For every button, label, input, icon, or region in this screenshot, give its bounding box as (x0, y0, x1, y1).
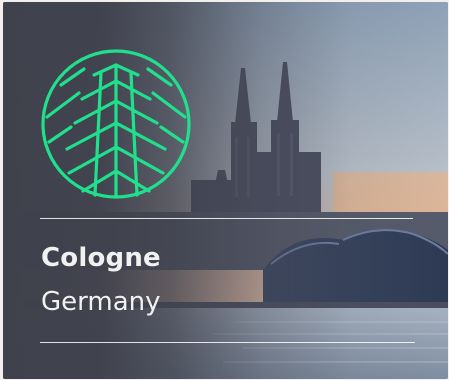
cologne-cathedral-badge-icon (41, 49, 191, 199)
destination-card[interactable]: Cologne Germany (3, 2, 448, 379)
country-name: Germany (41, 287, 161, 317)
bottom-divider (40, 342, 415, 343)
city-name: Cologne (41, 243, 161, 273)
top-divider (40, 218, 413, 219)
